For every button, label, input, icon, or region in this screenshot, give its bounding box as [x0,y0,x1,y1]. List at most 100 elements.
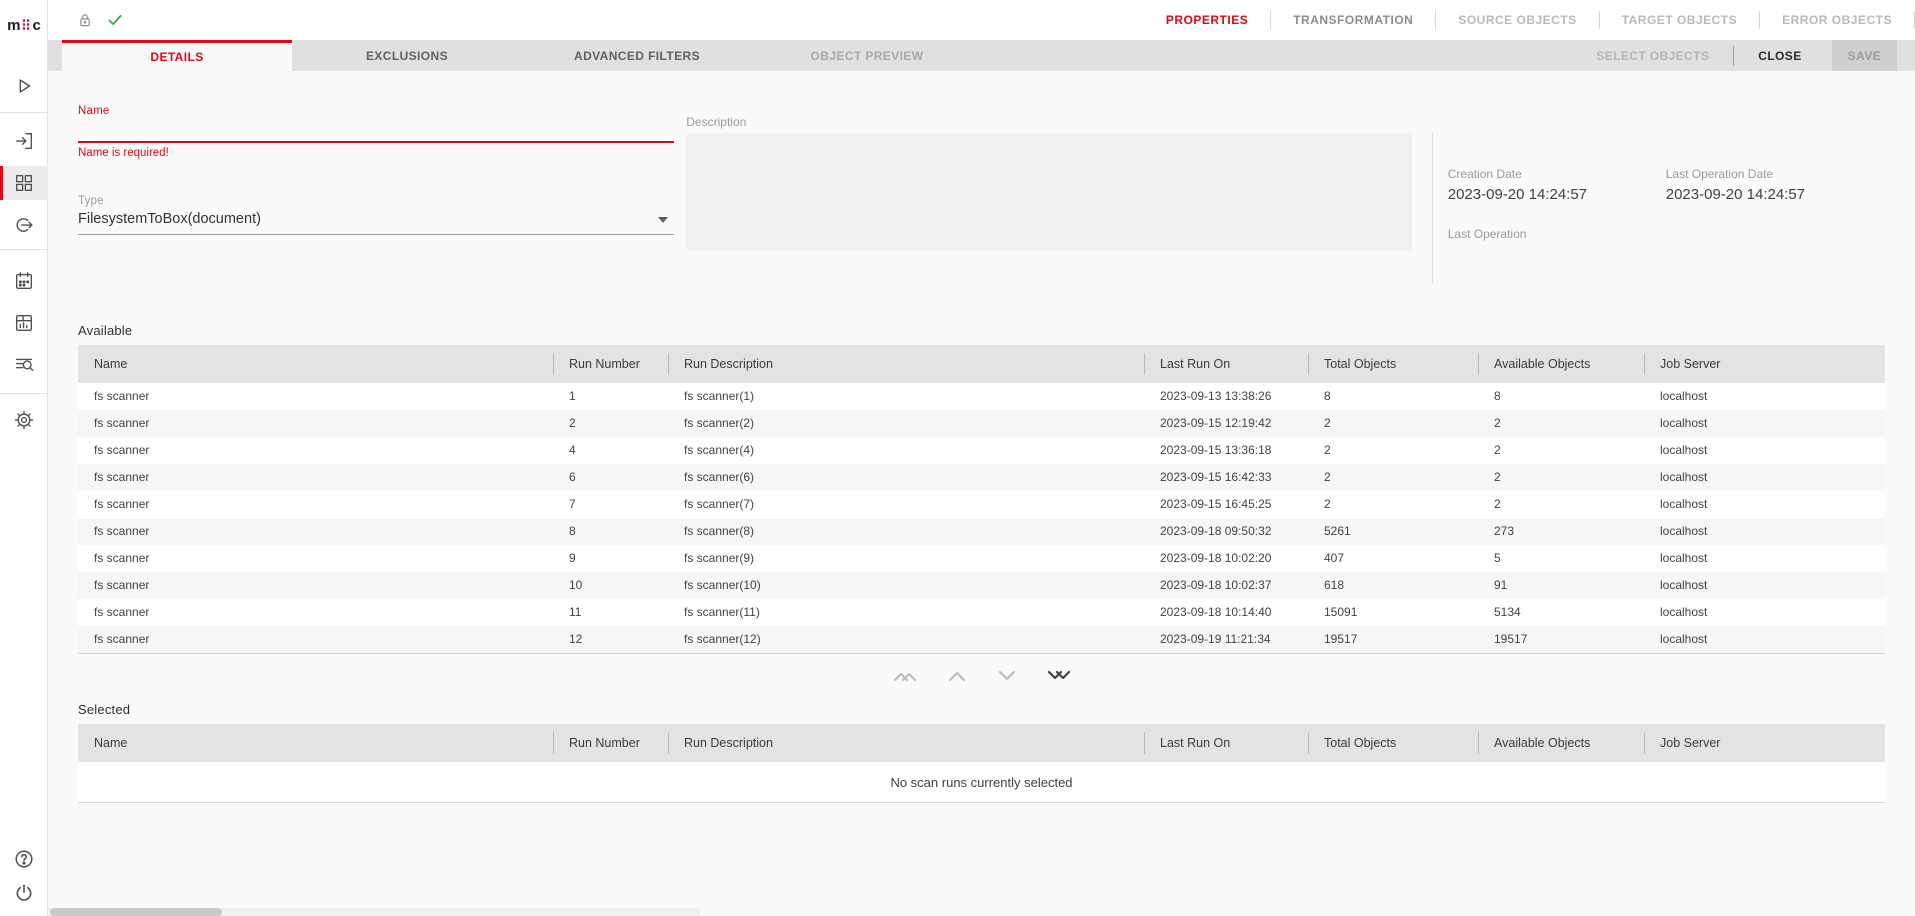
description-textarea[interactable] [686,133,1411,251]
chevron-down-icon [996,668,1018,684]
last-operation-date-value: 2023-09-20 14:24:57 [1666,186,1885,203]
cell-run-description: fs scanner(1) [668,383,1144,410]
nav-item-transformation[interactable]: TRANSFORMATION [1271,13,1435,27]
cell-available-objects: 91 [1478,572,1644,599]
move-all-up-button[interactable] [888,666,922,686]
logo-letter-m: m [7,17,20,34]
nav-item-properties[interactable]: PROPERTIES [1144,13,1270,27]
description-column: Description [686,105,1411,256]
table-row[interactable]: fs scanner 12 fs scanner(12) 2023-09-19 … [78,626,1885,653]
report-icon [13,312,35,334]
cell-run-number: 9 [553,545,668,572]
sidebar-divider [0,249,48,250]
top-bar: PROPERTIES TRANSFORMATION SOURCE OBJECTS… [48,0,1915,40]
tab-exclusions[interactable]: EXCLUSIONS [292,40,522,71]
sidebar-item-settings[interactable] [0,403,48,437]
cell-last-run-on: 2023-09-15 16:42:33 [1144,464,1308,491]
cell-job-server: localhost [1644,518,1885,545]
sidebar-item-dashboard[interactable] [0,306,48,340]
tab-advanced-filters[interactable]: ADVANCED FILTERS [522,40,752,71]
col-header-name: Name [78,724,553,762]
cell-run-description: fs scanner(4) [668,437,1144,464]
app-logo: m c [0,10,48,40]
horizontal-scrollbar-thumb[interactable] [50,908,222,916]
tab-details[interactable]: DETAILS [62,40,292,71]
sidebar-item-scheduler[interactable] [0,264,48,298]
cell-total-objects: 2 [1308,437,1478,464]
chevron-up-icon [946,668,968,684]
cell-run-number: 8 [553,518,668,545]
col-header-run-description: Run Description [668,345,1144,383]
tab-bar: DETAILS EXCLUSIONS ADVANCED FILTERS OBJE… [48,40,1915,71]
move-up-button[interactable] [942,666,972,686]
cell-name: fs scanner [78,464,553,491]
tab-object-preview[interactable]: OBJECT PREVIEW [752,40,982,71]
table-row[interactable]: fs scanner 8 fs scanner(8) 2023-09-18 09… [78,518,1885,545]
cell-run-description: fs scanner(9) [668,545,1144,572]
cell-total-objects: 15091 [1308,599,1478,626]
type-select[interactable]: Type FilesystemToBox(document) [78,195,674,235]
table-row[interactable]: fs scanner 4 fs scanner(4) 2023-09-15 13… [78,437,1885,464]
cell-run-description: fs scanner(2) [668,410,1144,437]
table-row[interactable]: fs scanner 11 fs scanner(11) 2023-09-18 … [78,599,1885,626]
sidebar-item-logout[interactable] [0,876,48,910]
table-row[interactable]: fs scanner 2 fs scanner(2) 2023-09-15 12… [78,410,1885,437]
power-icon [13,882,35,904]
selection-controls [78,654,1885,698]
sidebar-divider [0,112,48,113]
creation-date-group: Creation Date 2023-09-20 14:24:57 [1448,167,1666,203]
move-all-down-button[interactable] [1042,666,1076,686]
sidebar-item-scanners[interactable] [0,124,48,158]
save-button[interactable]: SAVE [1832,40,1897,71]
cell-available-objects: 5134 [1478,599,1644,626]
table-row[interactable]: fs scanner 1 fs scanner(1) 2023-09-13 13… [78,383,1885,410]
select-objects-button[interactable]: SELECT OBJECTS [1572,49,1733,63]
check-icon [106,11,124,29]
close-button[interactable]: CLOSE [1734,49,1825,63]
move-down-button[interactable] [992,666,1022,686]
sidebar-item-object-search[interactable] [0,347,48,381]
logo-letter-c: c [33,17,41,34]
cell-available-objects: 19517 [1478,626,1644,653]
chevron-double-up-icon [892,668,918,684]
cell-name: fs scanner [78,491,553,518]
cell-total-objects: 5261 [1308,518,1478,545]
table-row[interactable]: fs scanner 9 fs scanner(9) 2023-09-18 10… [78,545,1885,572]
creation-date-value: 2023-09-20 14:24:57 [1448,186,1666,203]
cell-job-server: localhost [1644,626,1885,653]
nav-item-source-objects[interactable]: SOURCE OBJECTS [1436,13,1598,27]
sidebar-item-migration-sets[interactable] [0,166,48,200]
cell-run-description: fs scanner(7) [668,491,1144,518]
name-input[interactable] [78,117,674,143]
sidebar-item-run[interactable] [0,69,48,103]
cell-total-objects: 2 [1308,491,1478,518]
status-icons [76,11,124,29]
sidebar-item-importers[interactable] [0,208,48,242]
name-label: Name [78,105,674,117]
top-nav: PROPERTIES TRANSFORMATION SOURCE OBJECTS… [1144,0,1915,40]
cell-available-objects: 5 [1478,545,1644,572]
cell-name: fs scanner [78,437,553,464]
cell-job-server: localhost [1644,383,1885,410]
cell-run-number: 12 [553,626,668,653]
table-row[interactable]: fs scanner 7 fs scanner(7) 2023-09-15 16… [78,491,1885,518]
cell-last-run-on: 2023-09-18 10:14:40 [1144,599,1308,626]
cell-run-number: 1 [553,383,668,410]
cell-last-run-on: 2023-09-13 13:38:26 [1144,383,1308,410]
export-icon [13,214,35,236]
cell-run-number: 7 [553,491,668,518]
type-label: Type [78,195,674,207]
sidebar-item-help[interactable] [0,842,48,876]
cell-last-run-on: 2023-09-15 16:45:25 [1144,491,1308,518]
table-row[interactable]: fs scanner 6 fs scanner(6) 2023-09-15 16… [78,464,1885,491]
nav-item-error-objects[interactable]: ERROR OBJECTS [1760,13,1914,27]
nav-item-target-objects[interactable]: TARGET OBJECTS [1600,13,1759,27]
cell-run-description: fs scanner(8) [668,518,1144,545]
table-row[interactable]: fs scanner 10 fs scanner(10) 2023-09-18 … [78,572,1885,599]
col-header-total-objects: Total Objects [1308,345,1478,383]
cell-name: fs scanner [78,383,553,410]
cell-run-number: 2 [553,410,668,437]
sidebar: m c [0,0,48,916]
lock-icon [76,11,94,29]
cell-last-run-on: 2023-09-18 10:02:37 [1144,572,1308,599]
